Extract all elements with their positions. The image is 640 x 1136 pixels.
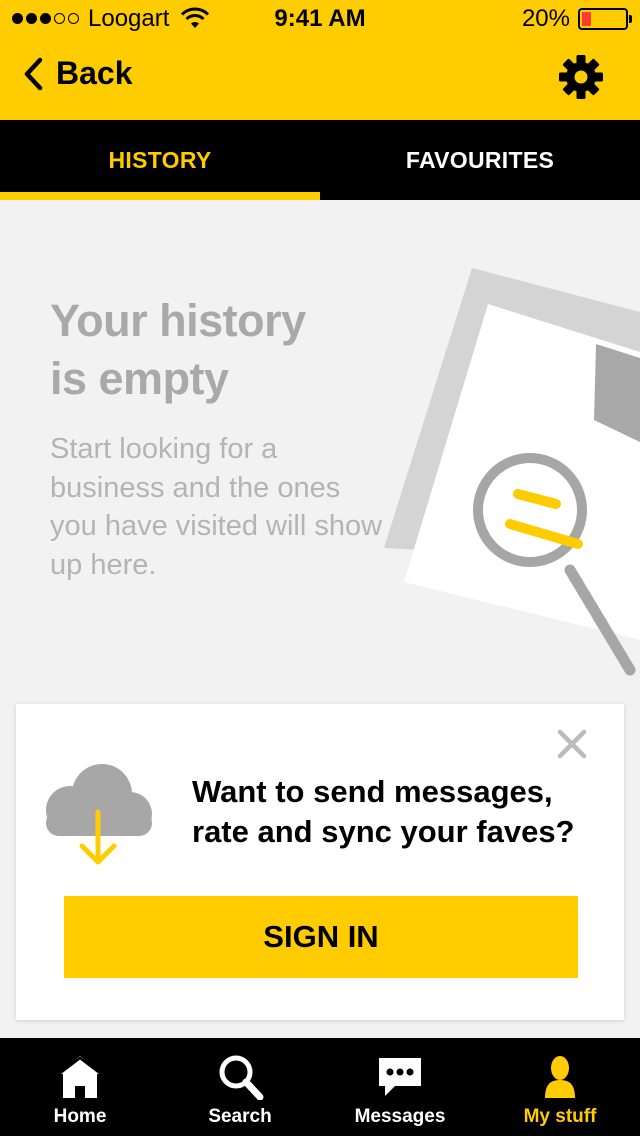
battery-percent: 20% <box>521 5 570 32</box>
tabbar-label-my-stuff: My stuff <box>523 1106 597 1127</box>
tabbar-label-home: Home <box>53 1106 107 1127</box>
signin-card: Want to send messages, rate and sync you… <box>16 704 624 1020</box>
document-magnifier-icon <box>384 268 640 676</box>
tabbar-item-search[interactable]: Search <box>160 1038 320 1136</box>
battery-level <box>582 12 592 26</box>
empty-state-description: Start looking for a business and the one… <box>50 433 383 581</box>
gear-icon[interactable] <box>558 54 604 100</box>
empty-title-line1: Your history <box>50 295 306 346</box>
home-icon <box>58 1056 102 1098</box>
tab-favourites[interactable]: FAVOURITES <box>320 120 640 200</box>
battery-icon <box>578 8 632 30</box>
tabbar-label-messages: Messages <box>354 1106 446 1127</box>
tabbar-item-messages[interactable]: Messages <box>320 1038 480 1136</box>
segment-tabs: HISTORY FAVOURITES <box>0 120 640 200</box>
bottom-tab-bar: Home Search Messages My stuff <box>0 1038 640 1136</box>
close-icon[interactable] <box>556 728 588 760</box>
header: Loogart 9:41 AM 20% Back <box>0 0 640 120</box>
cloud-download-icon <box>46 764 152 865</box>
signin-message: Want to send messages, rate and sync you… <box>192 772 602 852</box>
tabbar-label-search: Search <box>208 1106 272 1127</box>
tabbar-item-home[interactable]: Home <box>0 1038 160 1136</box>
empty-title-line2: is empty <box>50 353 229 404</box>
sign-in-button[interactable]: SIGN IN <box>64 896 578 978</box>
empty-state-title: Your history is empty <box>50 292 380 408</box>
messages-icon <box>379 1058 421 1096</box>
chevron-left-icon <box>24 57 43 90</box>
signin-message-line2: rate and sync your faves? <box>192 814 575 849</box>
status-bar: Loogart 9:41 AM 20% <box>0 0 640 38</box>
back-label: Back <box>56 55 133 91</box>
search-icon <box>219 1055 264 1100</box>
user-icon <box>545 1056 575 1098</box>
signin-message-line1: Want to send messages, <box>192 774 553 809</box>
back-button[interactable]: Back <box>22 55 133 92</box>
tab-history[interactable]: HISTORY <box>0 120 320 200</box>
tabbar-item-my-stuff[interactable]: My stuff <box>480 1038 640 1136</box>
